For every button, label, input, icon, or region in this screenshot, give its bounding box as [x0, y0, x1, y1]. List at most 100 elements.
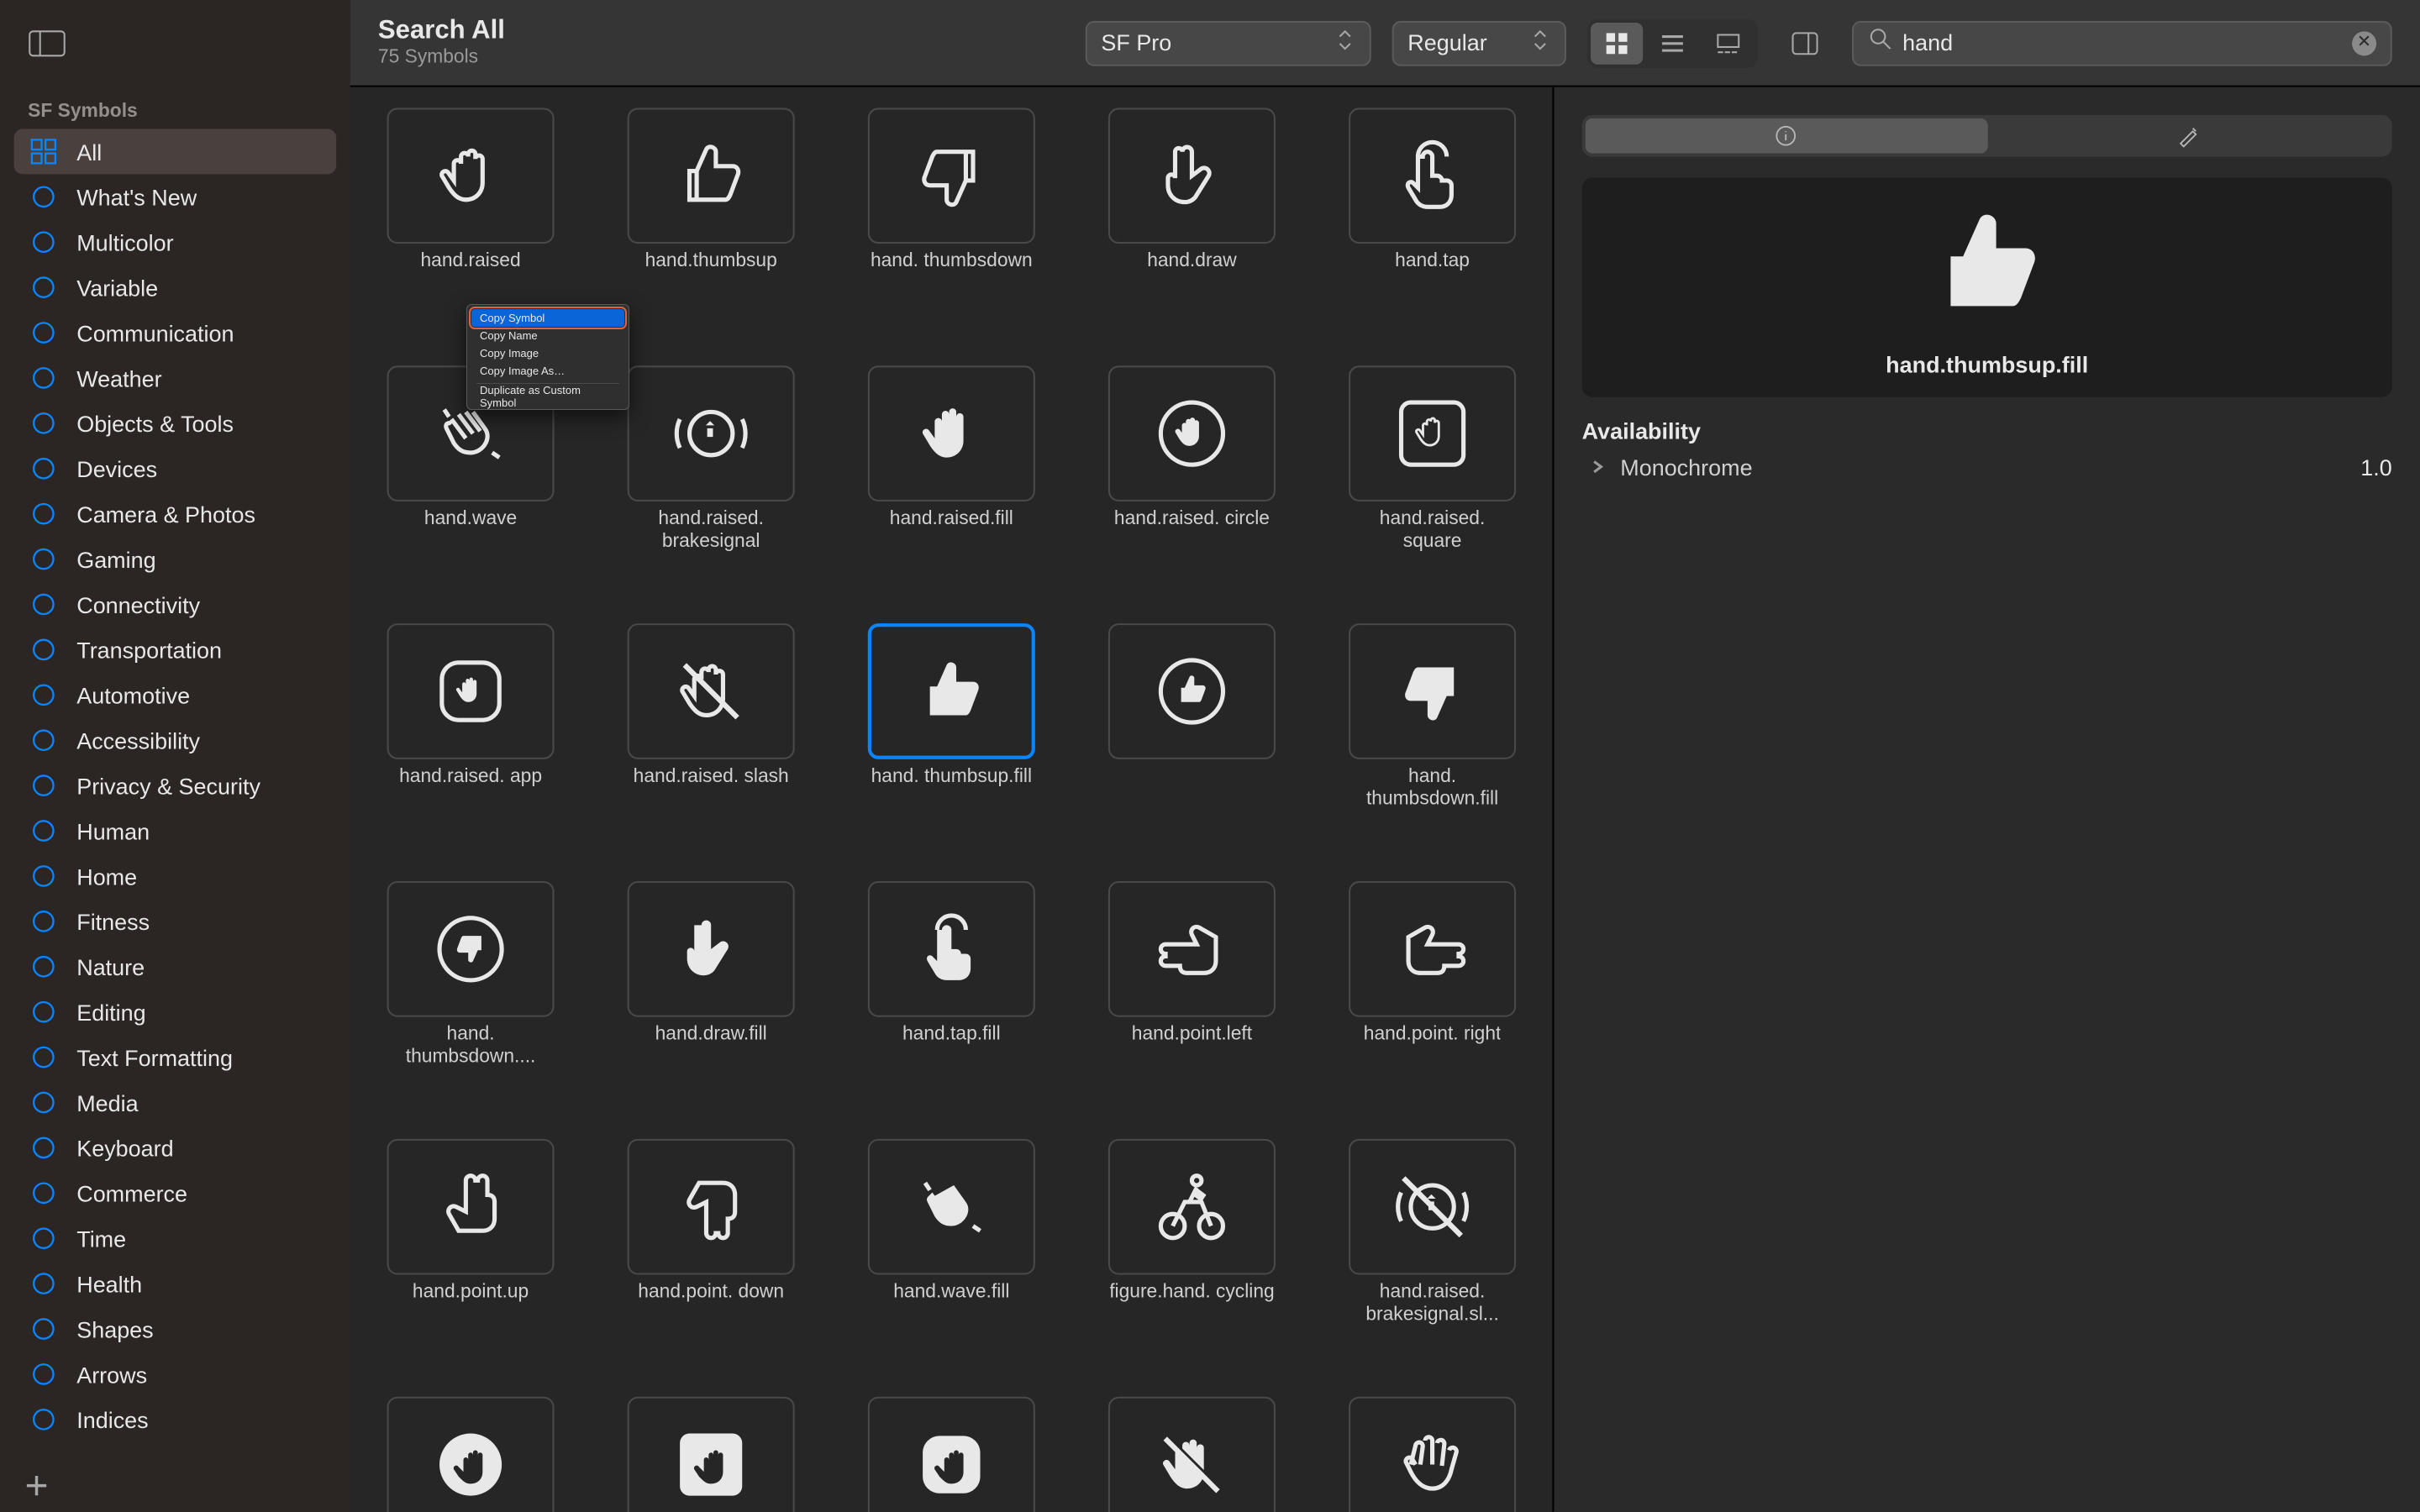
sidebar-item-shapes[interactable]: Shapes [14, 1306, 337, 1352]
clock-icon [28, 1223, 59, 1254]
symbol-box[interactable] [1349, 623, 1516, 759]
search-box[interactable]: ✕ [1852, 20, 2392, 66]
symbol-box[interactable] [387, 108, 554, 244]
sidebar-item-editing[interactable]: Editing [14, 990, 337, 1035]
sidebar-item-objects-tools[interactable]: Objects & Tools [14, 401, 337, 446]
sidebar-item-what-s-new[interactable]: What's New [14, 174, 337, 219]
symbol-cell: hand.raised. app [385, 623, 555, 815]
heart-icon [28, 1268, 59, 1299]
symbol-box[interactable] [387, 623, 554, 759]
ctx-copy-image[interactable]: Copy Image [471, 344, 624, 362]
sidebar-item-keyboard[interactable]: Keyboard [14, 1125, 337, 1170]
sidebar-item-gaming[interactable]: Gaming [14, 537, 337, 582]
inspector-tab-info[interactable] [1586, 118, 1987, 153]
symbol-box[interactable] [1349, 1397, 1516, 1512]
sidebar-item-label: Camera & Photos [76, 501, 255, 527]
sidebar-item-variable[interactable]: Variable [14, 265, 337, 310]
sidebar-item-health[interactable]: Health [14, 1261, 337, 1306]
font-dropdown[interactable]: SF Pro [1086, 20, 1371, 66]
sidebar-item-transportation[interactable]: Transportation [14, 627, 337, 672]
symbol-box[interactable] [1108, 881, 1276, 1017]
sidebar-item-fitness[interactable]: Fitness [14, 899, 337, 944]
sidebar-item-home[interactable]: Home [14, 853, 337, 899]
ctx-copy-name[interactable]: Copy Name [471, 327, 624, 344]
sidebar-item-commerce[interactable]: Commerce [14, 1170, 337, 1215]
sidebar-item-nature[interactable]: Nature [14, 944, 337, 990]
symbol-box[interactable] [868, 1139, 1035, 1275]
view-gallery-button[interactable] [1702, 22, 1754, 64]
sidebar-item-privacy-security[interactable]: Privacy & Security [14, 763, 337, 808]
sidebar-item-multicolor[interactable]: Multicolor [14, 219, 337, 265]
symbol-cell: hand.raised. circle.fill [385, 1397, 555, 1512]
symbol-grid-area[interactable]: hand.raisedhand.thumbsuphand. thumbsdown… [350, 87, 1553, 1512]
indices-icon [28, 1404, 59, 1435]
symbol-box[interactable] [387, 1139, 554, 1275]
symbol-label: hand.tap.fill [902, 1024, 1001, 1073]
sidebar-item-label: Transportation [76, 637, 222, 663]
sidebar-item-automotive[interactable]: Automotive [14, 672, 337, 717]
sidebar-item-text-formatting[interactable]: Text Formatting [14, 1035, 337, 1080]
symbol-box[interactable] [387, 881, 554, 1017]
symbol-box[interactable] [868, 108, 1035, 244]
symbol-box[interactable] [627, 623, 794, 759]
symbol-box[interactable] [1108, 108, 1276, 244]
antenna-icon [28, 589, 59, 620]
clear-search-icon[interactable]: ✕ [2352, 30, 2376, 55]
inspector-tab-effects[interactable] [1987, 118, 2389, 153]
toggle-sidebar-icon[interactable] [28, 28, 66, 59]
symbol-box[interactable] [627, 108, 794, 244]
sidebar-item-accessibility[interactable]: Accessibility [14, 717, 337, 763]
symbol-box[interactable] [627, 365, 794, 501]
symbol-box[interactable] [1108, 365, 1276, 501]
sidebar-item-label: What's New [76, 184, 197, 210]
sidebar-item-connectivity[interactable]: Connectivity [14, 582, 337, 627]
symbol-box[interactable] [1349, 365, 1516, 501]
sidebar-item-label: Accessibility [76, 727, 200, 753]
ctx-duplicate-custom[interactable]: Duplicate as Custom Symbol [471, 387, 624, 405]
symbol-box[interactable] [868, 881, 1035, 1017]
sidebar-item-media[interactable]: Media [14, 1080, 337, 1126]
symbol-box[interactable] [1349, 108, 1516, 244]
ctx-copy-image-as[interactable]: Copy Image As… [471, 362, 624, 380]
slider2-icon [28, 996, 59, 1027]
symbol-box[interactable] [1108, 1397, 1276, 1512]
sidebar-item-label: Privacy & Security [76, 773, 260, 799]
sidebar-item-indices[interactable]: Indices [14, 1397, 337, 1442]
symbol-box[interactable] [627, 1139, 794, 1275]
availability-row-monochrome[interactable]: Monochrome 1.0 [1582, 454, 2392, 480]
symbol-cell: hand.raised [385, 108, 555, 300]
symbol-box[interactable] [1108, 623, 1276, 759]
sidebar-item-label: Gaming [76, 546, 155, 572]
view-grid-button[interactable] [1591, 22, 1643, 64]
chevron-updown-icon [1334, 26, 1355, 59]
symbol-box[interactable] [1108, 1139, 1276, 1275]
symbol-cell: hand.wave.fill [865, 1139, 1036, 1331]
symbol-box[interactable] [868, 623, 1035, 759]
symbol-box[interactable] [868, 365, 1035, 501]
sidebar-item-all[interactable]: All [14, 129, 337, 174]
search-input[interactable] [1902, 29, 2341, 55]
paint-icon [28, 227, 59, 258]
sidebar-item-human[interactable]: Human [14, 808, 337, 853]
symbol-label: hand.raised. brakesignal.sl... [1349, 1282, 1516, 1331]
symbol-box[interactable] [868, 1397, 1035, 1512]
symbol-box[interactable] [387, 1397, 554, 1512]
sidebar-item-arrows[interactable]: Arrows [14, 1352, 337, 1397]
sidebar-item-time[interactable]: Time [14, 1215, 337, 1261]
sidebar-item-devices[interactable]: Devices [14, 446, 337, 491]
sidebar-item-communication[interactable]: Communication [14, 310, 337, 355]
view-list-button[interactable] [1646, 22, 1698, 64]
toggle-inspector-button[interactable] [1779, 22, 1831, 64]
symbol-box[interactable] [627, 1397, 794, 1512]
sidebar-item-weather[interactable]: Weather [14, 355, 337, 401]
weight-dropdown[interactable]: Regular [1392, 20, 1566, 66]
flame-icon [28, 906, 59, 937]
symbol-cell: hand.raised. fingers.spread [1347, 1397, 1518, 1512]
symbol-box[interactable] [1349, 1139, 1516, 1275]
add-collection-icon[interactable] [21, 1470, 52, 1501]
symbol-label: hand.wave.fill [893, 1282, 1009, 1331]
symbol-box[interactable] [627, 881, 794, 1017]
ctx-copy-symbol[interactable]: Copy Symbol [471, 309, 624, 327]
sidebar-item-camera-photos[interactable]: Camera & Photos [14, 491, 337, 537]
symbol-box[interactable] [1349, 881, 1516, 1017]
